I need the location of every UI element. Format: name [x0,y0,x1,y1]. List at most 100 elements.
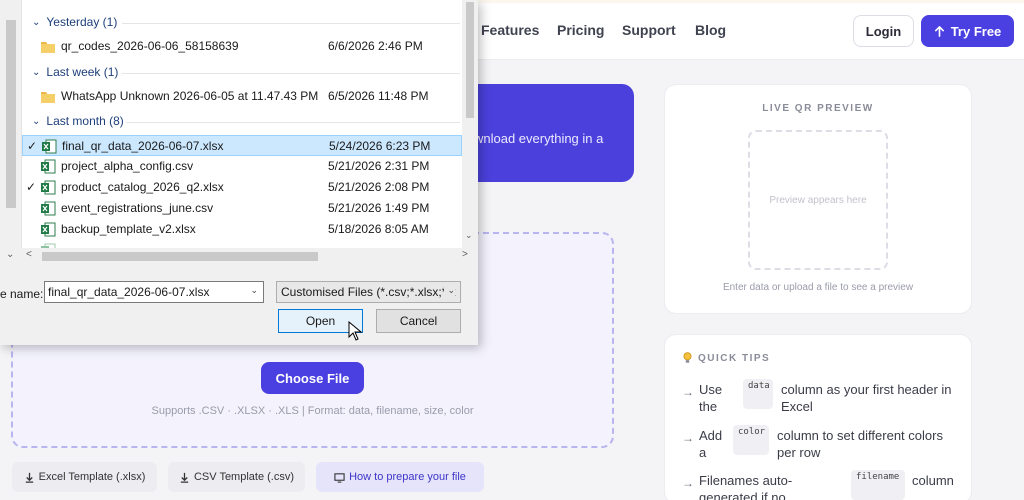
excel-template-label: Excel Template (.xlsx) [38,471,146,483]
tip1-pre2: the [699,399,718,414]
tip2-post: column to set different colors [777,428,943,443]
preview-placeholder-text: Preview appears here [769,194,867,206]
supported-formats-text: Supports .CSV · .XLSX · .XLS | Format: d… [151,405,474,417]
file-date: 5/21/2026 1:49 PM [328,201,430,215]
tip-arrow-icon: → [682,385,694,399]
excel-file-icon [40,159,56,174]
chevron-down-icon: ⌄ [32,115,41,127]
cancel-button[interactable]: Cancel [376,309,461,333]
file-name: final_qr_data_2026-06-07.xlsx [62,139,224,153]
nav-blog[interactable]: Blog [695,22,726,38]
tip3-code: filename [851,470,905,500]
nav-support[interactable]: Support [622,22,676,38]
csv-template-button[interactable]: CSV Template (.csv) [168,462,305,492]
tip-arrow-icon: → [682,431,694,445]
chevron-down-icon[interactable]: ⌄ [250,285,258,296]
scroll-down-arrow-icon[interactable]: ⌄ [6,249,14,260]
file-name-label: e name: [0,287,44,301]
file-open-dialog: ⌄ Yesterday (1) qr_codes_2026-06-06_5815… [0,0,478,345]
excel-file-icon [40,222,56,237]
group-header-last-month[interactable]: ⌄ Last month (8) [32,114,124,128]
file-row[interactable]: WhatsApp Unknown 2026-06-05 at 11.47.43 … [22,86,462,107]
quick-tips-title: QUICK TIPS [682,352,770,364]
preview-placeholder: Preview appears here [748,130,888,270]
file-date: 6/6/2026 2:46 PM [328,39,423,53]
chevron-down-icon[interactable]: ⌄ [444,285,455,296]
scroll-right-arrow-icon[interactable]: > [462,249,468,260]
how-to-prepare-label: How to prepare your file [349,471,466,483]
file-name: product_catalog_2026_q2.xlsx [61,180,224,194]
tip2-pre: Add [699,428,723,443]
hero-text: wnload everything in a [474,131,604,146]
choose-file-button[interactable]: Choose File [261,362,364,394]
group-label: Yesterday (1) [46,15,118,29]
file-list: ⌄ Yesterday (1) qr_codes_2026-06-06_5815… [22,0,462,248]
file-name-value: final_qr_data_2026-06-07.xlsx [48,285,210,299]
scrollbar-thumb[interactable] [42,252,318,261]
tip2-pre2: a [699,445,707,460]
file-date: 5/18/2026 8:05 AM [328,222,429,236]
preview-hint: Enter data or upload a file to see a pre… [722,282,914,293]
file-row[interactable]: project_alpha_config.csv 5/21/2026 2:31 … [22,156,462,177]
checkmark-icon: ✓ [27,139,38,153]
mouse-pointer-icon [348,321,362,341]
login-button[interactable]: Login [853,15,914,47]
file-row[interactable]: event_registrations_june.csv 5/21/2026 1… [22,198,462,219]
monitor-icon [334,472,345,483]
file-name: WhatsApp Unknown 2026-06-05 at 11.47.43 … [61,89,319,103]
tip3-post: column [912,473,954,488]
navigation-pane-scrollbar[interactable] [0,0,22,248]
excel-file-icon [40,201,56,216]
file-name: backup_template_v2.xlsx [61,222,196,236]
scroll-down-arrow-icon[interactable]: ⌄ [465,230,473,241]
chevron-down-icon: ⌄ [32,66,41,78]
tip2-code: color [733,425,769,455]
file-date: 6/5/2026 11:48 PM [328,89,429,103]
tip1-code: data [743,379,773,409]
file-row[interactable]: qr_codes_2026-06-06_58158639 6/6/2026 2:… [22,36,462,57]
try-free-label: Try Free [950,23,1002,39]
folder-icon [40,39,56,54]
csv-template-label: CSV Template (.csv) [193,471,295,483]
scroll-left-arrow-icon[interactable]: < [26,249,32,260]
file-row[interactable]: backup_template_v2.xlsx 5/18/2026 8:05 A… [22,219,462,240]
file-type-select[interactable]: Customised Files (*.csv;*.xlsx;*.x ⌄ [276,281,461,303]
group-header-yesterday[interactable]: ⌄ Yesterday (1) [32,15,117,29]
file-date: 5/24/2026 6:23 PM [329,139,431,153]
file-list-horizontal-scrollbar[interactable]: < > [22,248,478,264]
quick-tips-label: QUICK TIPS [698,352,771,364]
tip1-pre: Use [699,382,723,397]
file-row-partial[interactable] [22,240,462,248]
try-free-button[interactable]: Try Free [921,15,1014,47]
nav-pricing[interactable]: Pricing [557,22,604,38]
file-name: event_registrations_june.csv [61,201,214,215]
excel-template-button[interactable]: Excel Template (.xlsx) [12,462,157,492]
download-icon [25,472,33,483]
group-header-last-week[interactable]: ⌄ Last week (1) [32,65,118,79]
excel-file-icon [40,180,56,195]
excel-file-icon [41,139,57,154]
file-list-vertical-scrollbar[interactable]: ⌄ [462,0,478,248]
file-row-selected[interactable]: ✓ final_qr_data_2026-06-07.xlsx 5/24/202… [22,135,462,156]
folder-icon [40,89,56,104]
file-type-value: Customised Files (*.csv;*.xlsx;*.x [281,285,456,299]
tip3-pre: Filenames auto- [699,473,793,488]
file-name: qr_codes_2026-06-06_58158639 [61,39,239,53]
lightbulb-icon [683,352,692,363]
file-date: 5/21/2026 2:08 PM [328,180,430,194]
download-icon [180,472,189,483]
file-row[interactable]: ✓ product_catalog_2026_q2.xlsx 5/21/2026… [22,177,462,198]
tip-arrow-icon: → [682,476,694,490]
nav-features[interactable]: Features [481,22,539,38]
file-date: 5/21/2026 2:31 PM [328,159,430,173]
checkmark-icon: ✓ [26,180,37,194]
how-to-prepare-button[interactable]: How to prepare your file [316,462,484,492]
tip1-post2: Excel [781,399,813,414]
scrollbar-thumb[interactable] [466,2,474,118]
tip3-pre2: generated if no [699,490,786,500]
file-name: project_alpha_config.csv [61,159,194,173]
tip1-post: column as your first header in [781,382,952,397]
group-label: Last month (8) [46,114,124,128]
file-name-input[interactable]: final_qr_data_2026-06-07.xlsx ⌄ [44,281,264,303]
arrow-up-icon [934,25,944,37]
